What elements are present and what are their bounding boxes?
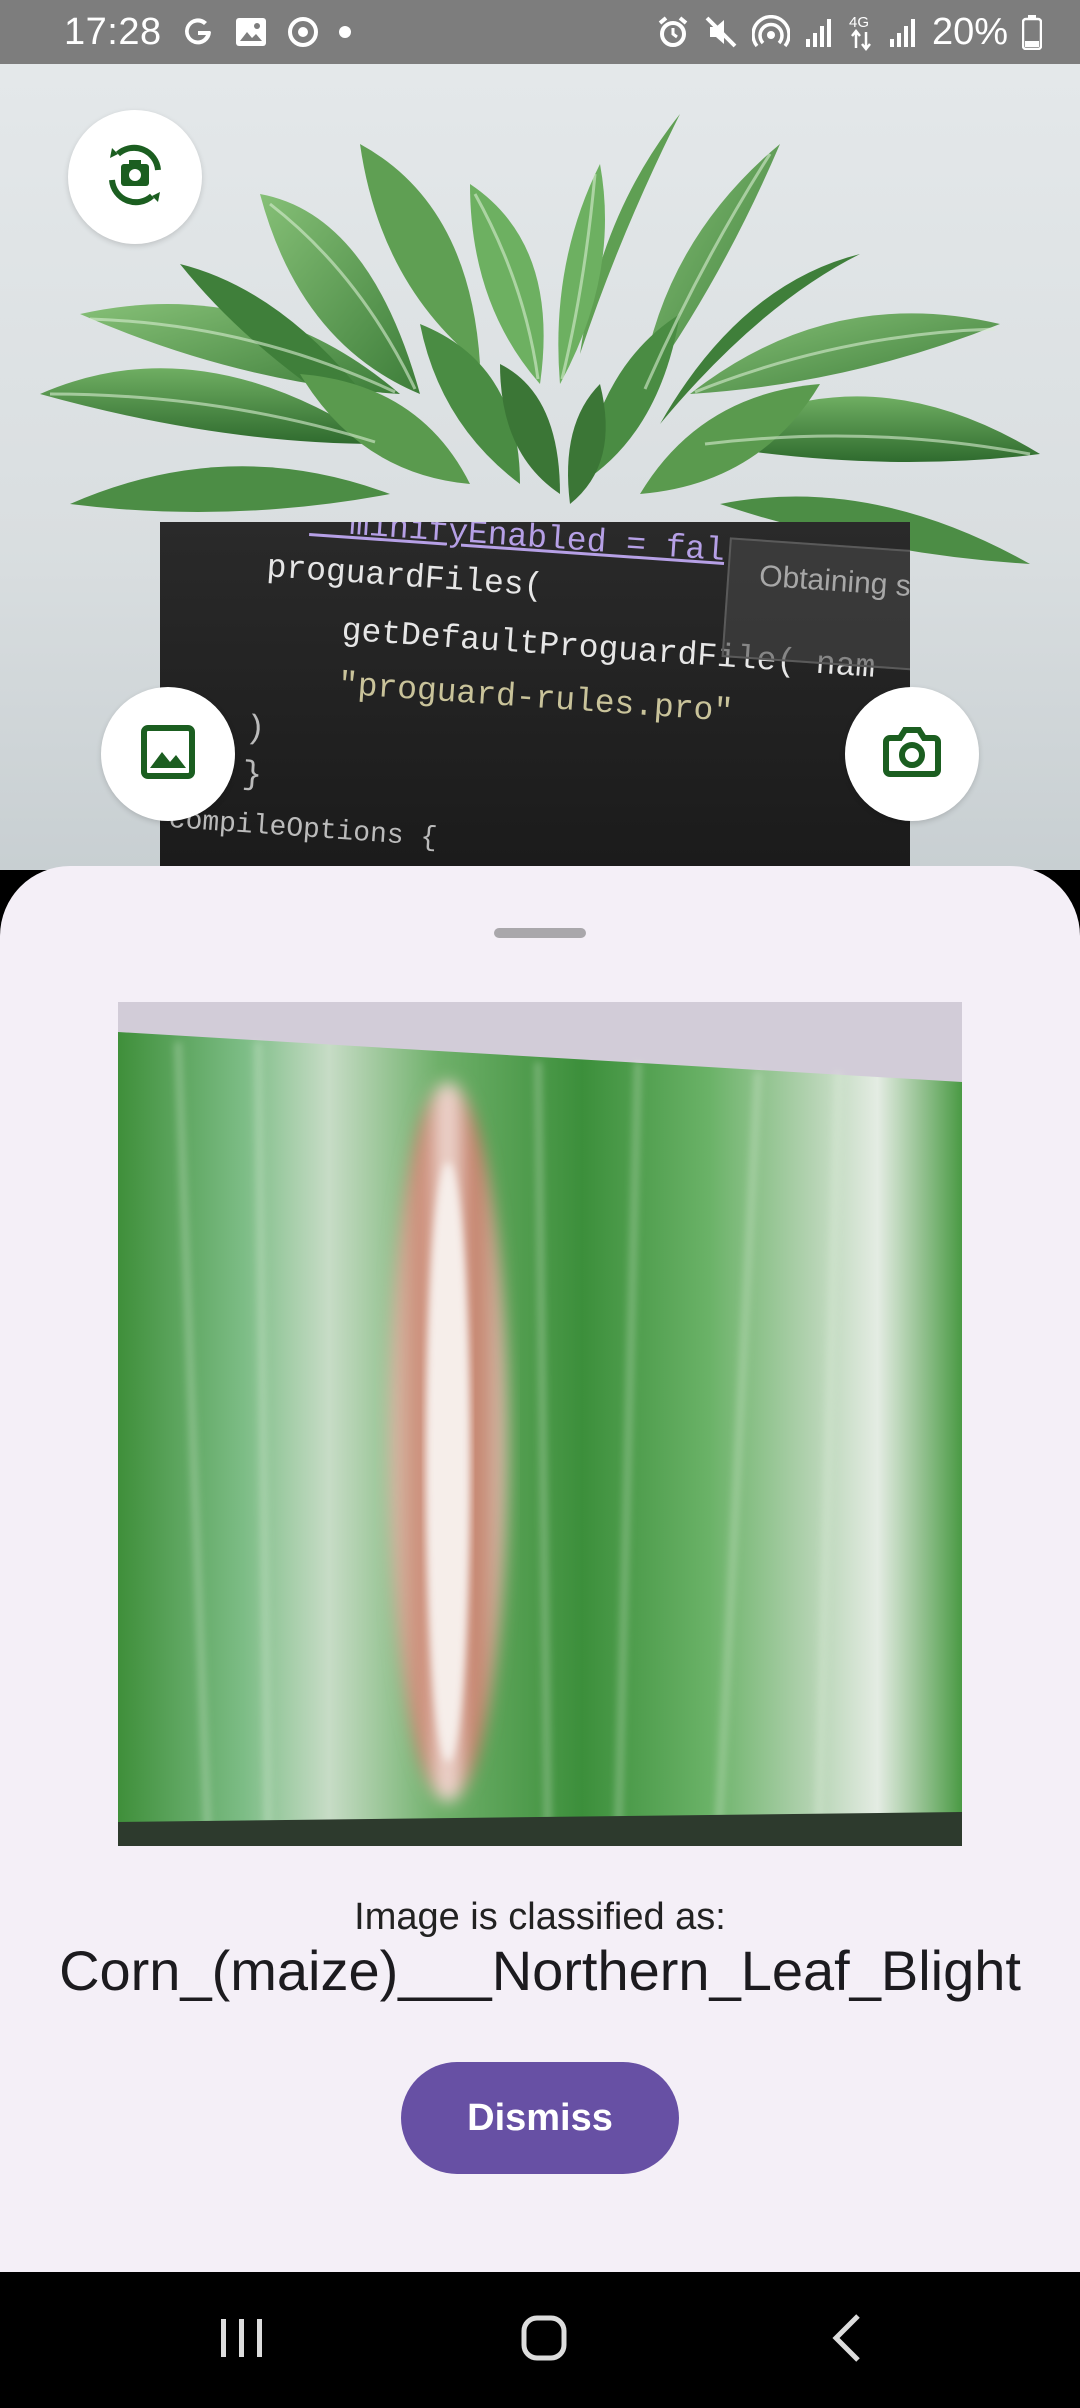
classification-caption: Image is classified as:	[354, 1896, 726, 1938]
drag-handle[interactable]	[494, 928, 586, 938]
camera-icon	[882, 724, 942, 785]
gallery-icon	[140, 724, 196, 785]
switch-camera-icon	[100, 140, 170, 215]
back-icon	[826, 2312, 866, 2369]
recents-icon	[217, 2315, 267, 2366]
home-button[interactable]	[474, 2272, 614, 2408]
mute-icon	[704, 15, 738, 49]
4g-icon: 4G	[848, 12, 874, 52]
code-line: proguardFiles(	[265, 549, 545, 606]
battery-icon	[1022, 14, 1042, 50]
battery-percent: 20%	[931, 10, 1008, 53]
code-line: }	[240, 755, 264, 795]
code-line: )	[244, 710, 267, 749]
hotspot-icon	[751, 15, 790, 49]
code-popup: Obtaining s	[721, 537, 910, 673]
code-line: compileOptions {	[167, 804, 439, 855]
status-time: 17:28	[64, 10, 162, 53]
gallery-button[interactable]	[101, 687, 235, 821]
camera-preview[interactable]: minifyEnabled = fal proguardFiles( getDe…	[0, 64, 1080, 870]
home-icon	[519, 2313, 569, 2368]
result-bottom-sheet: Image is classified as: Corn_(maize)___N…	[0, 866, 1080, 2272]
svg-text:4G: 4G	[849, 14, 869, 31]
recents-button[interactable]	[172, 2272, 312, 2408]
dot-icon	[338, 25, 352, 39]
signal-icon	[804, 15, 834, 49]
google-icon	[180, 14, 216, 50]
dismiss-button[interactable]: Dismiss	[401, 2062, 679, 2174]
classification-result: Corn_(maize)___Northern_Leaf_Blight	[59, 1939, 1021, 2002]
back-button[interactable]	[776, 2272, 916, 2408]
navigation-bar	[0, 2272, 1080, 2408]
code-screen: minifyEnabled = fal proguardFiles( getDe…	[160, 522, 910, 870]
switch-camera-button[interactable]	[68, 110, 202, 244]
status-bar: 17:28 4G 20%	[0, 0, 1080, 64]
gallery-icon	[234, 15, 268, 49]
capture-button[interactable]	[845, 687, 979, 821]
sync-icon	[286, 15, 320, 49]
alarm-icon	[656, 15, 690, 49]
classified-leaf-image	[118, 1002, 962, 1846]
signal-icon	[888, 15, 918, 49]
